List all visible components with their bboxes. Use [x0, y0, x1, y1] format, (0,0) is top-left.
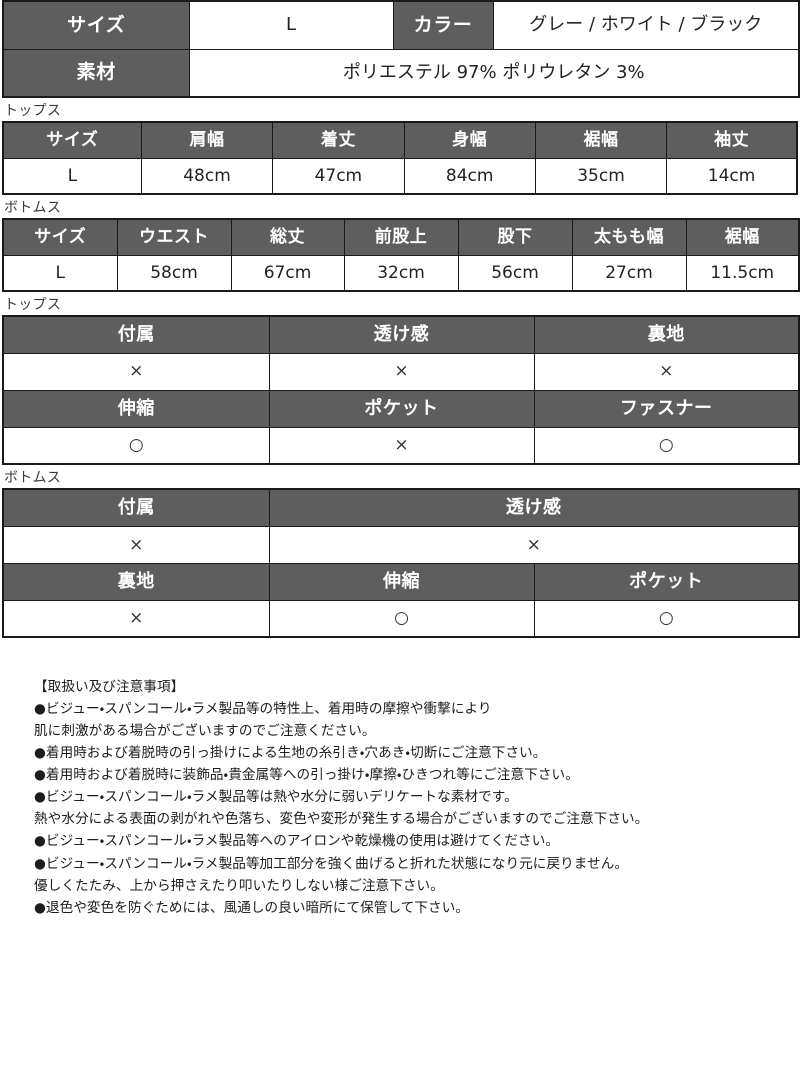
- cell-value: 84cm: [403, 157, 536, 195]
- table-row-header: サイズ ウエスト 総丈 前股上 股下 太もも幅 裾幅: [2, 218, 800, 256]
- attr-header: ポケット: [268, 389, 535, 428]
- attr-header: ファスナー: [533, 389, 800, 428]
- table-row-header: 裏地 伸縮 ポケット: [2, 562, 800, 601]
- notes-title: 【取扱い及び注意事項】: [34, 679, 185, 696]
- attr-value: ×: [533, 352, 800, 391]
- table-row: サイズ L カラー グレー / ホワイト / ブラック: [2, 0, 800, 50]
- attr-header: 伸縮: [2, 389, 270, 428]
- cell-value: 48cm: [140, 157, 274, 195]
- col-header: 裾幅: [534, 121, 668, 159]
- notes-line: ●ビジュー・スパンコール・ラメ製品等へのアイロンや乾燥機の使用は避けてください。: [34, 833, 560, 850]
- notes-line: ●着用時および着脱時に装飾品・貴金属等への引っ掛け・摩擦・ひきつれ等にご注意下さ…: [34, 767, 579, 784]
- bottoms-attribute-table: 付属 透け感 × × 裏地 伸縮 ポケット × ○ ○: [2, 488, 800, 639]
- cell-value: 11.5cm: [685, 254, 800, 292]
- col-header: 太もも幅: [571, 218, 687, 256]
- col-header: 総丈: [230, 218, 345, 256]
- material-value: ポリエステル 97% ポリウレタン 3%: [188, 48, 800, 98]
- product-summary-table: サイズ L カラー グレー / ホワイト / ブラック 素材 ポリエステル 97…: [2, 0, 800, 98]
- col-header: ウエスト: [116, 218, 232, 256]
- col-header: 前股上: [343, 218, 459, 256]
- attr-header: 透け感: [268, 488, 800, 527]
- attr-value: ×: [268, 525, 800, 564]
- attr-header: 裏地: [533, 315, 800, 354]
- notes-line: 優しくたたみ、上から押さえたり叩いたりしない様ご注意下さい。: [34, 877, 444, 894]
- attr-header: ポケット: [533, 562, 800, 601]
- attr-header: 付属: [2, 315, 270, 354]
- attr-value: ○: [268, 599, 535, 638]
- notes-line: 肌に刺激がある場合がございますのでご注意ください。: [34, 723, 376, 740]
- color-value: グレー / ホワイト / ブラック: [492, 0, 800, 50]
- cell-value: 32cm: [343, 254, 459, 292]
- cell-value: 58cm: [116, 254, 232, 292]
- attr-header: 透け感: [268, 315, 535, 354]
- spec-sheet-page: サイズ L カラー グレー / ホワイト / ブラック 素材 ポリエステル 97…: [0, 0, 800, 1067]
- attr-value: ×: [2, 352, 270, 391]
- notes-line: ●ビジュー・スパンコール・ラメ製品等加工部分を強く曲げると折れた状態になり元に戻…: [34, 855, 629, 872]
- bottoms-measure-caption: ボトムス: [4, 200, 62, 217]
- table-row: L 48cm 47cm 84cm 35cm 14cm: [2, 157, 798, 195]
- table-row-header: サイズ 肩幅 着丈 身幅 裾幅 袖丈: [2, 121, 798, 159]
- attr-value: ×: [268, 352, 535, 391]
- col-header: サイズ: [2, 121, 142, 159]
- cell-value: 14cm: [666, 157, 798, 195]
- attr-value: ○: [533, 599, 800, 638]
- table-row: 素材 ポリエステル 97% ポリウレタン 3%: [2, 48, 800, 98]
- tops-attribute-table: 付属 透け感 裏地 × × × 伸縮 ポケット ファスナー ○ × ○: [2, 315, 800, 466]
- bottoms-measurement-table: サイズ ウエスト 総丈 前股上 股下 太もも幅 裾幅 L 58cm 67cm 3…: [2, 218, 800, 293]
- cell-value: 27cm: [571, 254, 687, 292]
- col-header: 肩幅: [140, 121, 274, 159]
- table-row: × × ×: [2, 352, 800, 391]
- color-label: カラー: [392, 0, 494, 50]
- cell-value: 35cm: [534, 157, 668, 195]
- size-label: サイズ: [2, 0, 190, 50]
- bottoms-attr-caption: ボトムス: [4, 470, 62, 487]
- material-label: 素材: [2, 48, 190, 98]
- cell-value: L: [2, 254, 118, 292]
- notes-line: 熱や水分による表面の剥がれや色落ち、変色や変形が発生する場合がございますのでご注…: [34, 811, 649, 828]
- table-row: × ○ ○: [2, 599, 800, 638]
- col-header: 裾幅: [685, 218, 800, 256]
- col-header: 着丈: [272, 121, 405, 159]
- table-row-header: 伸縮 ポケット ファスナー: [2, 389, 800, 428]
- attr-value: ×: [268, 426, 535, 465]
- col-header: 袖丈: [666, 121, 798, 159]
- col-header: サイズ: [2, 218, 118, 256]
- handling-notes: 【取扱い及び注意事項】 ●ビジュー・スパンコール・ラメ製品等の特性上、着用時の摩…: [34, 676, 800, 918]
- table-row-header: 付属 透け感: [2, 488, 800, 527]
- attr-value: ×: [2, 525, 270, 564]
- attr-header: 伸縮: [268, 562, 535, 601]
- size-value: L: [188, 0, 394, 50]
- attr-header: 付属: [2, 488, 270, 527]
- attr-header: 裏地: [2, 562, 270, 601]
- notes-line: ●ビジュー・スパンコール・ラメ製品等は熱や水分に弱いデリケートな素材です。: [34, 789, 518, 806]
- table-row: ○ × ○: [2, 426, 800, 465]
- table-row: × ×: [2, 525, 800, 564]
- tops-measurement-table: サイズ 肩幅 着丈 身幅 裾幅 袖丈 L 48cm 47cm 84cm 35cm…: [2, 121, 798, 196]
- tops-measure-caption: トップス: [4, 103, 62, 119]
- cell-value: 67cm: [230, 254, 345, 292]
- col-header: 身幅: [403, 121, 536, 159]
- col-header: 股下: [457, 218, 573, 256]
- notes-line: ●着用時および着脱時の引っ掛けによる生地の糸引き・穴あき・切断にご注意下さい。: [34, 745, 547, 762]
- attr-value: ○: [533, 426, 800, 465]
- notes-line: ●退色や変色を防ぐためには、風通しの良い暗所にて保管して下さい。: [34, 899, 470, 916]
- cell-value: L: [2, 157, 142, 195]
- notes-line: ●ビジュー・スパンコール・ラメ製品等の特性上、着用時の摩擦や衝撃により: [34, 701, 492, 718]
- table-row-header: 付属 透け感 裏地: [2, 315, 800, 354]
- cell-value: 47cm: [272, 157, 405, 195]
- cell-value: 56cm: [457, 254, 573, 292]
- attr-value: ○: [2, 426, 270, 465]
- tops-attr-caption: トップス: [4, 297, 62, 314]
- table-row: L 58cm 67cm 32cm 56cm 27cm 11.5cm: [2, 254, 800, 292]
- attr-value: ×: [2, 599, 270, 638]
